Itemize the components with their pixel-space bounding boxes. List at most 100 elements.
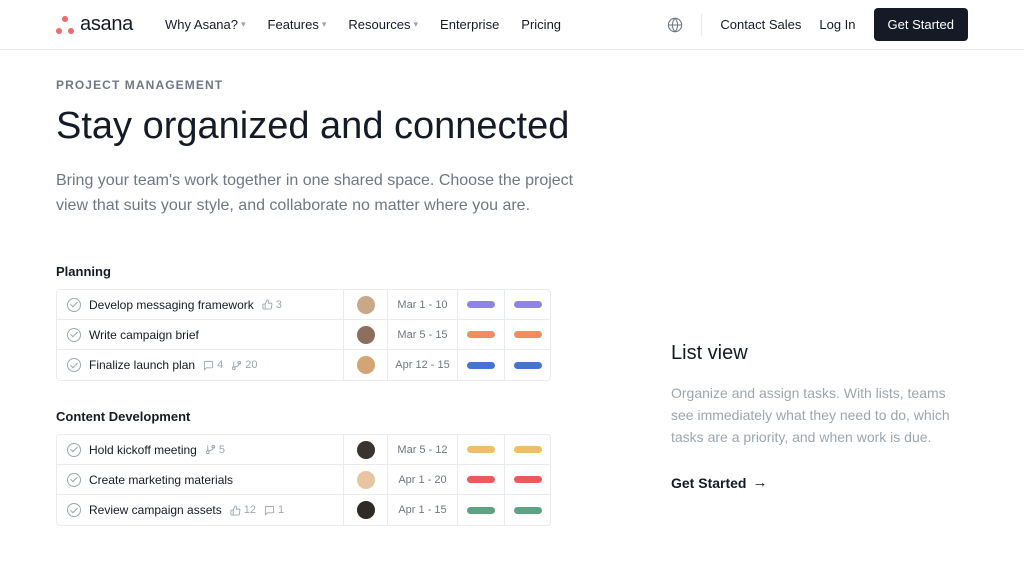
- task-name: Create marketing materials: [89, 473, 233, 487]
- tag-cell: [504, 320, 550, 349]
- side-cta-label: Get Started: [671, 475, 746, 491]
- tag-cell: [458, 350, 504, 380]
- assignee-cell[interactable]: [344, 495, 388, 525]
- check-circle-icon[interactable]: [67, 328, 81, 342]
- tag-cell: [504, 465, 550, 494]
- tag-cell: [458, 320, 504, 349]
- subtask-count: 20: [231, 359, 257, 371]
- like-count: 3: [262, 299, 282, 311]
- nav-why-asana[interactable]: Why Asana?▾: [165, 17, 246, 32]
- tag-pill: [514, 446, 542, 453]
- assignee-cell[interactable]: [344, 435, 388, 464]
- tag-cell: [504, 350, 550, 380]
- logo[interactable]: asana: [56, 13, 133, 36]
- nav-enterprise[interactable]: Enterprise: [440, 17, 499, 32]
- table-row[interactable]: Create marketing materials Apr 1 - 20: [57, 465, 550, 495]
- assignee-cell[interactable]: [344, 320, 388, 349]
- task-cell: Finalize launch plan 4 20: [57, 350, 344, 380]
- arrow-right-icon: →: [752, 474, 767, 491]
- task-table: Develop messaging framework 3 Mar 1 - 10…: [56, 289, 551, 381]
- assignee-cell[interactable]: [344, 350, 388, 380]
- contact-sales-link[interactable]: Contact Sales: [720, 17, 801, 32]
- avatar: [357, 441, 375, 459]
- task-cell: Write campaign brief: [57, 320, 344, 349]
- task-cell: Review campaign assets 12 1: [57, 495, 344, 525]
- task-name: Develop messaging framework: [89, 298, 254, 312]
- check-circle-icon[interactable]: [67, 473, 81, 487]
- table-row[interactable]: Finalize launch plan 4 20 Apr 12 - 15: [57, 350, 550, 380]
- date-cell: Apr 1 - 20: [388, 465, 458, 494]
- table-row[interactable]: Hold kickoff meeting 5 Mar 5 - 12: [57, 435, 550, 465]
- side-title: List view: [671, 342, 968, 365]
- globe-icon[interactable]: [667, 17, 683, 33]
- table-row[interactable]: Develop messaging framework 3 Mar 1 - 10: [57, 290, 550, 320]
- side-card: List view Organize and assign tasks. Wit…: [671, 264, 968, 493]
- chevron-down-icon: ▾: [414, 19, 419, 30]
- content-row: Planning Develop messaging framework 3 M…: [56, 264, 968, 526]
- avatar: [357, 296, 375, 314]
- task-name: Review campaign assets: [89, 503, 222, 517]
- tag-cell: [458, 290, 504, 319]
- avatar: [357, 356, 375, 374]
- task-name: Write campaign brief: [89, 328, 199, 342]
- tag-pill: [467, 446, 495, 453]
- date-cell: Apr 1 - 15: [388, 495, 458, 525]
- date-cell: Apr 12 - 15: [388, 350, 458, 380]
- logo-icon: [56, 16, 74, 34]
- subtask-count: 5: [205, 444, 225, 456]
- header: asana Why Asana?▾ Features▾ Resources▾ E…: [0, 0, 1024, 50]
- side-desc: Organize and assign tasks. With lists, t…: [671, 383, 968, 448]
- login-link[interactable]: Log In: [819, 17, 855, 32]
- tag-cell: [504, 435, 550, 464]
- tag-cell: [458, 435, 504, 464]
- avatar: [357, 326, 375, 344]
- table-row[interactable]: Write campaign brief Mar 5 - 15: [57, 320, 550, 350]
- tag-pill: [514, 476, 542, 483]
- check-circle-icon[interactable]: [67, 443, 81, 457]
- tag-pill: [467, 362, 495, 369]
- check-circle-icon[interactable]: [67, 358, 81, 372]
- table-row[interactable]: Review campaign assets 12 1 Apr 1 - 15: [57, 495, 550, 525]
- comment-count: 4: [203, 359, 223, 371]
- get-started-button[interactable]: Get Started: [874, 8, 968, 41]
- assignee-cell[interactable]: [344, 465, 388, 494]
- nav-resources[interactable]: Resources▾: [348, 17, 418, 32]
- like-count: 12: [230, 504, 256, 516]
- tag-pill: [467, 507, 495, 514]
- main-content: PROJECT MANAGEMENT Stay organized and co…: [0, 50, 1024, 566]
- task-name: Finalize launch plan: [89, 358, 195, 372]
- avatar: [357, 501, 375, 519]
- divider: [701, 14, 702, 36]
- assignee-cell[interactable]: [344, 290, 388, 319]
- date-cell: Mar 5 - 15: [388, 320, 458, 349]
- tag-cell: [458, 495, 504, 525]
- task-cell: Develop messaging framework 3: [57, 290, 344, 319]
- table-area: Planning Develop messaging framework 3 M…: [56, 264, 551, 526]
- check-circle-icon[interactable]: [67, 298, 81, 312]
- main-nav: Why Asana?▾ Features▾ Resources▾ Enterpr…: [165, 17, 561, 32]
- chevron-down-icon: ▾: [322, 19, 327, 30]
- task-cell: Hold kickoff meeting 5: [57, 435, 344, 464]
- tag-pill: [514, 507, 542, 514]
- header-right: Contact Sales Log In Get Started: [667, 8, 968, 41]
- date-cell: Mar 1 - 10: [388, 290, 458, 319]
- logo-text: asana: [80, 13, 133, 36]
- section-label: Planning: [56, 264, 551, 279]
- tag-pill: [467, 476, 495, 483]
- tag-cell: [504, 495, 550, 525]
- page-subtitle: Bring your team's work together in one s…: [56, 169, 596, 219]
- page-title: Stay organized and connected: [56, 104, 576, 149]
- nav-pricing[interactable]: Pricing: [521, 17, 561, 32]
- tag-cell: [504, 290, 550, 319]
- chevron-down-icon: ▾: [241, 19, 246, 30]
- tag-pill: [514, 331, 542, 338]
- task-cell: Create marketing materials: [57, 465, 344, 494]
- task-table: Hold kickoff meeting 5 Mar 5 - 12 Create…: [56, 434, 551, 526]
- tag-pill: [514, 362, 542, 369]
- section-label: Content Development: [56, 409, 551, 424]
- task-name: Hold kickoff meeting: [89, 443, 197, 457]
- nav-features[interactable]: Features▾: [268, 17, 327, 32]
- check-circle-icon[interactable]: [67, 503, 81, 517]
- comment-count: 1: [264, 504, 284, 516]
- side-cta-link[interactable]: Get Started →: [671, 474, 767, 491]
